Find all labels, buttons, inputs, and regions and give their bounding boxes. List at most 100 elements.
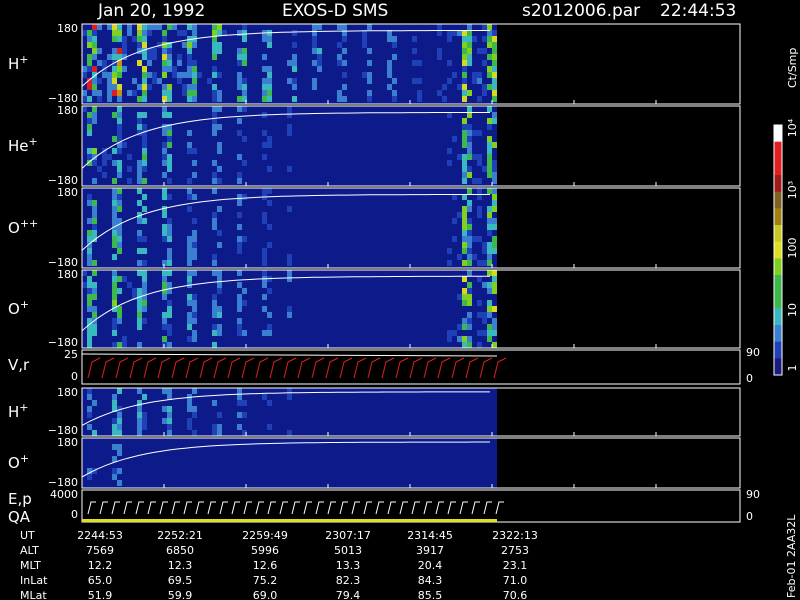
heat-cell xyxy=(237,118,242,124)
heat-cell xyxy=(162,418,167,424)
heat-cell xyxy=(137,96,142,102)
heat-cell xyxy=(387,72,392,78)
heat-cell xyxy=(172,24,177,30)
heat-cell xyxy=(217,330,222,336)
heat-cell xyxy=(87,474,92,480)
vr-trace xyxy=(227,357,241,379)
heat-cell xyxy=(262,90,267,96)
heat-cell xyxy=(112,270,117,276)
heat-cell xyxy=(167,330,172,336)
colorbar-label: 100 xyxy=(786,238,799,259)
heat-cell xyxy=(112,468,117,474)
heat-cell xyxy=(167,24,172,30)
heat-cell xyxy=(472,236,477,242)
heat-cell xyxy=(462,276,467,282)
heat-cell xyxy=(452,218,457,224)
heat-cell xyxy=(462,172,467,178)
heat-cell xyxy=(462,124,467,130)
heat-cell xyxy=(167,324,172,330)
heat-cell xyxy=(162,388,167,394)
ep-trace xyxy=(279,501,288,515)
heat-cell xyxy=(477,236,482,242)
heat-cell xyxy=(137,36,142,42)
heat-cell xyxy=(472,72,477,78)
heat-cell xyxy=(112,200,117,206)
heat-cell xyxy=(287,254,292,260)
heat-cell xyxy=(112,294,117,300)
table-cell: 69.5 xyxy=(168,574,193,587)
heat-cell xyxy=(87,394,92,400)
heat-cell xyxy=(162,172,167,178)
heat-cell xyxy=(167,300,172,306)
heat-cell xyxy=(127,24,132,30)
heat-cell xyxy=(137,236,142,242)
heat-cell xyxy=(262,294,267,300)
heat-cell xyxy=(112,188,117,194)
heat-cell xyxy=(162,72,167,78)
heat-cell xyxy=(237,130,242,136)
heat-cell xyxy=(112,242,117,248)
heat-cell xyxy=(137,260,142,266)
heat-cell xyxy=(467,60,472,66)
heat-cell xyxy=(192,388,197,394)
table-cell: 2322:13 xyxy=(492,529,538,542)
heat-cell xyxy=(487,154,492,160)
heat-cell xyxy=(367,60,372,66)
heat-cell xyxy=(112,276,117,282)
heat-cell xyxy=(387,36,392,42)
heat-cell xyxy=(267,142,272,148)
heat-cell xyxy=(167,230,172,236)
heat-cell xyxy=(237,236,242,242)
heat-cell xyxy=(192,406,197,412)
heat-cell xyxy=(162,160,167,166)
heat-cell xyxy=(337,60,342,66)
heat-cell xyxy=(87,294,92,300)
heat-cell xyxy=(87,118,92,124)
heat-cell xyxy=(262,54,267,60)
heat-cell xyxy=(192,330,197,336)
heat-cell xyxy=(87,194,92,200)
colorbar-segment xyxy=(774,191,782,209)
heat-cell xyxy=(477,72,482,78)
heat-cell xyxy=(237,106,242,112)
heat-cell xyxy=(392,90,397,96)
heat-cell xyxy=(92,312,97,318)
heat-cell xyxy=(462,90,467,96)
ep-rtop: 90 xyxy=(746,488,760,501)
heat-cell xyxy=(167,54,172,60)
heat-cell xyxy=(312,84,317,90)
heat-cell xyxy=(192,42,197,48)
heat-cell xyxy=(287,260,292,266)
heat-cell xyxy=(217,72,222,78)
heat-cell xyxy=(242,400,247,406)
heat-cell xyxy=(117,242,122,248)
heat-cell xyxy=(487,282,492,288)
heat-cell xyxy=(157,24,162,30)
heat-cell xyxy=(292,30,297,36)
heat-cell xyxy=(492,178,497,184)
heat-cell xyxy=(117,84,122,90)
heat-cell xyxy=(162,36,167,42)
heat-cell xyxy=(492,66,497,72)
panel-3: O+180−180 xyxy=(8,268,741,349)
colorbar-segment xyxy=(774,291,782,309)
heat-cell xyxy=(192,148,197,154)
ep-ybot: 0 xyxy=(71,508,78,521)
heat-cell xyxy=(462,78,467,84)
heat-cell xyxy=(87,112,92,118)
heat-cell xyxy=(142,276,147,282)
heat-cell xyxy=(492,160,497,166)
heat-cell xyxy=(477,154,482,160)
heat-cell xyxy=(262,142,267,148)
vr-trace xyxy=(325,357,339,379)
heat-cell xyxy=(187,236,192,242)
heat-cell xyxy=(477,48,482,54)
panels-group: H+180−180He+180−180O++180−180O+180−180H+… xyxy=(8,22,760,526)
vr-trace xyxy=(381,357,395,379)
heat-cell xyxy=(117,36,122,42)
heat-cell xyxy=(87,30,92,36)
heat-cell xyxy=(337,96,342,102)
ep-trace xyxy=(171,501,180,515)
heat-cell xyxy=(82,90,87,96)
heat-cell xyxy=(362,72,367,78)
